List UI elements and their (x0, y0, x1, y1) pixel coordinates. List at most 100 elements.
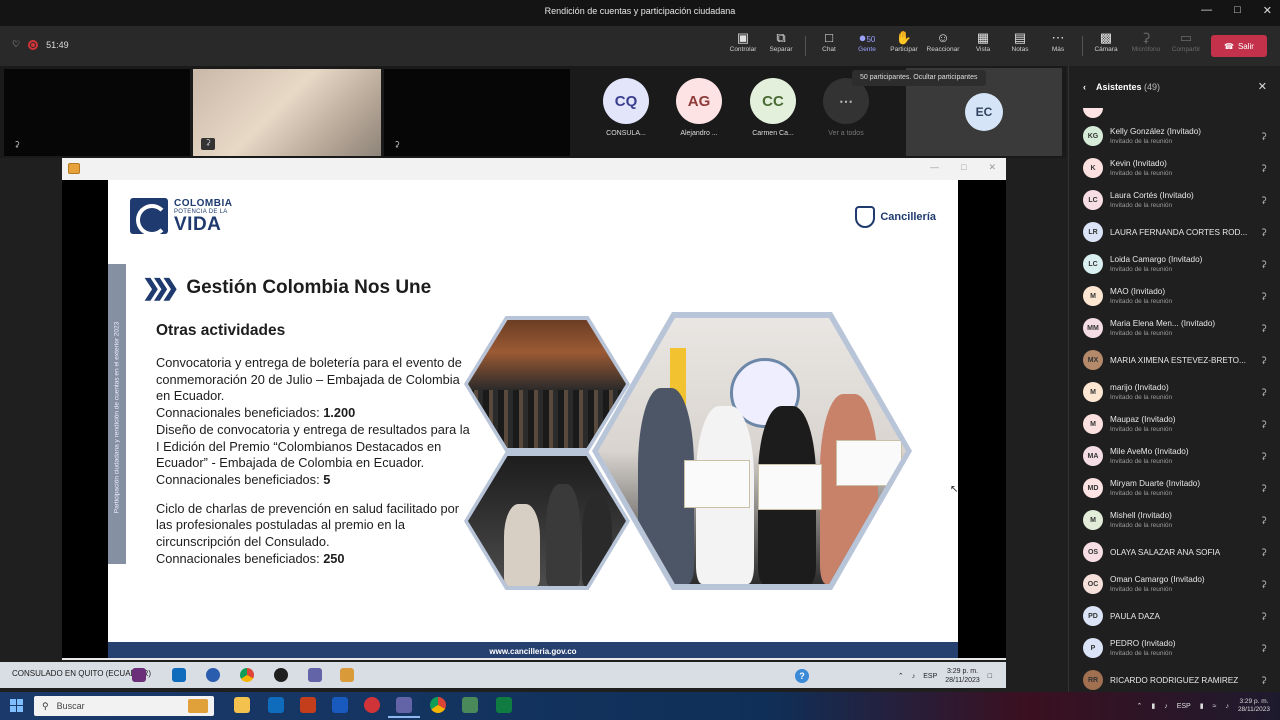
beneficiaries-count: 1.200 (323, 405, 356, 421)
volume-icon[interactable]: ♪ (1225, 703, 1229, 710)
attendee-info: Mishell (Invitado) Invitado de la reunión (1110, 511, 1172, 529)
teams-icon[interactable] (388, 697, 420, 718)
mic-icon: ⚳ (1141, 30, 1151, 45)
app-icon[interactable] (364, 697, 380, 713)
microphone-button[interactable]: ⚳ Micrófono (1126, 30, 1166, 53)
attendee-row[interactable]: LC Loida Camargo (Invitado) Invitado de la… (1069, 248, 1280, 280)
notes-button[interactable]: ▤ Notas (1002, 30, 1038, 53)
attendee-row[interactable]: OS OLAYA SALAZAR ANA SOFIA ⚳ (1069, 536, 1280, 568)
leave-button[interactable]: ☎ Salir (1211, 35, 1267, 57)
lang-indicator[interactable]: ESP (1177, 703, 1191, 710)
people-button[interactable]: ●50 Gente (849, 30, 885, 53)
see-all-button[interactable]: ⋯ Ver a todos (818, 78, 874, 137)
attendee-name: LAURA FERNANDA CORTES ROD... (1110, 227, 1248, 237)
raise-hand-icon: ✋ (895, 30, 913, 45)
taskbar-search-input[interactable]: ⚲ Buscar (34, 696, 214, 716)
chat-button[interactable]: □ Chat (811, 30, 847, 53)
attendee-info: Laura Cortés (Invitado) Invitado de la re… (1110, 191, 1194, 209)
attendees-title: Asistentes (1096, 82, 1142, 92)
wifi-icon[interactable]: ≈ (1213, 703, 1217, 710)
windows-start-icon[interactable] (10, 699, 24, 713)
side-tab: Participación ciudadana y rendición de c… (108, 264, 126, 564)
shared-window-titlebar: — □ ✕ (62, 158, 1006, 180)
share-icon: ▭ (1179, 30, 1193, 45)
activity-text: Ciclo de charlas de prevención en salud … (156, 500, 460, 550)
attendee-row[interactable]: M MAO (Invitado) Invitado de la reunión ⚳ (1069, 280, 1280, 312)
attendee-row[interactable]: PD PAULA DAZA ⚳ (1069, 600, 1280, 632)
share-button[interactable]: ▭ Compartir (1166, 30, 1206, 53)
attendee-role: Invitado de la reunión (1110, 170, 1173, 177)
video-tile[interactable]: ⚳ (384, 69, 570, 156)
mic-muted-icon: ⚳ (1260, 579, 1267, 589)
attendee-row[interactable]: Mmarijo (Invitado) Invitado de la reunión… (1069, 376, 1280, 408)
excel-icon[interactable] (496, 697, 512, 713)
attendee-name: Maupaz (Invitado) (1110, 415, 1176, 424)
app-icon (274, 668, 288, 682)
powerpoint-icon[interactable] (300, 697, 316, 713)
attendee-row[interactable]: P PEDRO (Invitado) Invitado de la reunión ⚳ (1069, 632, 1280, 664)
chevrons-icon: ❯❯❯ (142, 275, 179, 300)
network-icon[interactable]: ▮ (1151, 702, 1155, 710)
attendee-info: Mile AveMo (Invitado) Invitado de la reun… (1110, 447, 1189, 465)
pop-out-button[interactable]: ⧉ Separar (763, 30, 799, 53)
attendee-row[interactable]: LC Laura Cortés (Invitado) Invitado de la … (1069, 184, 1280, 216)
attendee-row-clipped (1069, 108, 1280, 120)
video-tile[interactable]: ⚳ (4, 69, 190, 156)
participant-avatar-tile[interactable]: CQ CONSULA... (591, 78, 661, 137)
close-icon[interactable]: ✕ (1258, 80, 1267, 93)
attendee-row[interactable]: M Maupaz (Invitado) Invitado de la reunión… (1069, 408, 1280, 440)
maximize-icon[interactable]: □ (1234, 4, 1241, 17)
attendee-name: Laura Cortés (Invitado) (1110, 191, 1194, 200)
video-tile[interactable]: ⚳ (193, 69, 381, 156)
avatar (1083, 108, 1103, 118)
camera-button[interactable]: ▩ Cámara (1088, 30, 1124, 53)
attendee-row[interactable]: M Mishell (Invitado) Invitado de la reunió… (1069, 504, 1280, 536)
avatar: M (1083, 382, 1103, 402)
back-chevron-icon[interactable]: ‹ (1083, 82, 1086, 92)
control-button[interactable]: ▣ Controlar (725, 30, 761, 53)
attendee-row[interactable]: RR RICARDO RODRIGUEZ RAMIREZ ⚳ (1069, 664, 1280, 692)
taskbar-clock[interactable]: 3:29 p. m. 28/11/2023 (1238, 698, 1270, 714)
view-button[interactable]: ▦ Vista (965, 30, 1001, 53)
chevron-up-icon: ⌃ (897, 673, 904, 680)
attendee-row[interactable]: OC Oman Camargo (Invitado) Invitado de la … (1069, 568, 1280, 600)
react-button[interactable]: ☺ Reaccionar (925, 30, 961, 53)
teams-icon (132, 668, 146, 682)
outlook-icon[interactable] (268, 697, 284, 713)
minimize-icon[interactable]: — (1201, 4, 1212, 17)
mic-muted-icon: ⚳ (1260, 323, 1267, 333)
attendee-info: marijo (Invitado) Invitado de la reunión (1110, 383, 1172, 401)
app-icon[interactable] (462, 697, 478, 713)
participant-avatar-tile[interactable]: CC Carmen Ca... (738, 78, 808, 137)
participant-avatar-tile[interactable]: AG Alejandro ... (664, 78, 734, 137)
cursor-icon: ↖ (950, 484, 959, 495)
person-silhouette (546, 484, 580, 586)
mic-muted-icon: ⚳ (1260, 195, 1267, 205)
raise-hand-button[interactable]: ✋ Participar (886, 30, 922, 53)
attendee-info: OLAYA SALAZAR ANA SOFIA (1110, 548, 1220, 557)
pop-out-icon: ⧉ (776, 30, 786, 45)
chrome-icon[interactable] (430, 697, 446, 713)
attendee-role: Invitado de la reunión (1110, 394, 1173, 401)
close-icon[interactable]: ✕ (1263, 4, 1272, 17)
attendee-row[interactable]: KG Kelly González (Invitado) Invitado de l… (1069, 120, 1280, 152)
attendee-row[interactable]: MA Mile AveMo (Invitado) Invitado de la re… (1069, 440, 1280, 472)
avatar: LR (1083, 222, 1103, 242)
speaker-icon[interactable]: ♪ (1164, 703, 1168, 710)
attendee-row[interactable]: MM Maria Elena Men... (Invitado) Invitado … (1069, 312, 1280, 344)
attendee-row[interactable]: MD Miryam Duarte (Invitado) Invitado de la… (1069, 472, 1280, 504)
avatar: LC (1083, 254, 1103, 274)
attendees-panel: ‹ Asistentes (49) ✕ KG Kelly González (In… (1068, 66, 1280, 692)
attendee-row[interactable]: MX MARIA XIMENA ESTEVEZ-BRETO... ⚳ (1069, 344, 1280, 376)
chevron-up-icon[interactable]: ⌃ (1136, 702, 1142, 710)
attendee-name: Kelly González (Invitado) (1110, 127, 1202, 136)
word-icon[interactable] (332, 697, 348, 713)
attendee-row[interactable]: LR LAURA FERNANDA CORTES ROD... ⚳ (1069, 216, 1280, 248)
attendee-name: MARIA XIMENA ESTEVEZ-BRETO... (1110, 355, 1246, 365)
title-bar: Rendición de cuentas y participación ciu… (0, 0, 1280, 26)
chrome-icon (240, 668, 254, 682)
file-explorer-icon[interactable] (234, 697, 250, 713)
more-button[interactable]: ⋯ Más (1040, 30, 1076, 53)
clock-time: 3:29 p. m. (946, 668, 979, 675)
attendee-row[interactable]: K Kevin (Invitado) Invitado de la reunión ⚳ (1069, 152, 1280, 184)
